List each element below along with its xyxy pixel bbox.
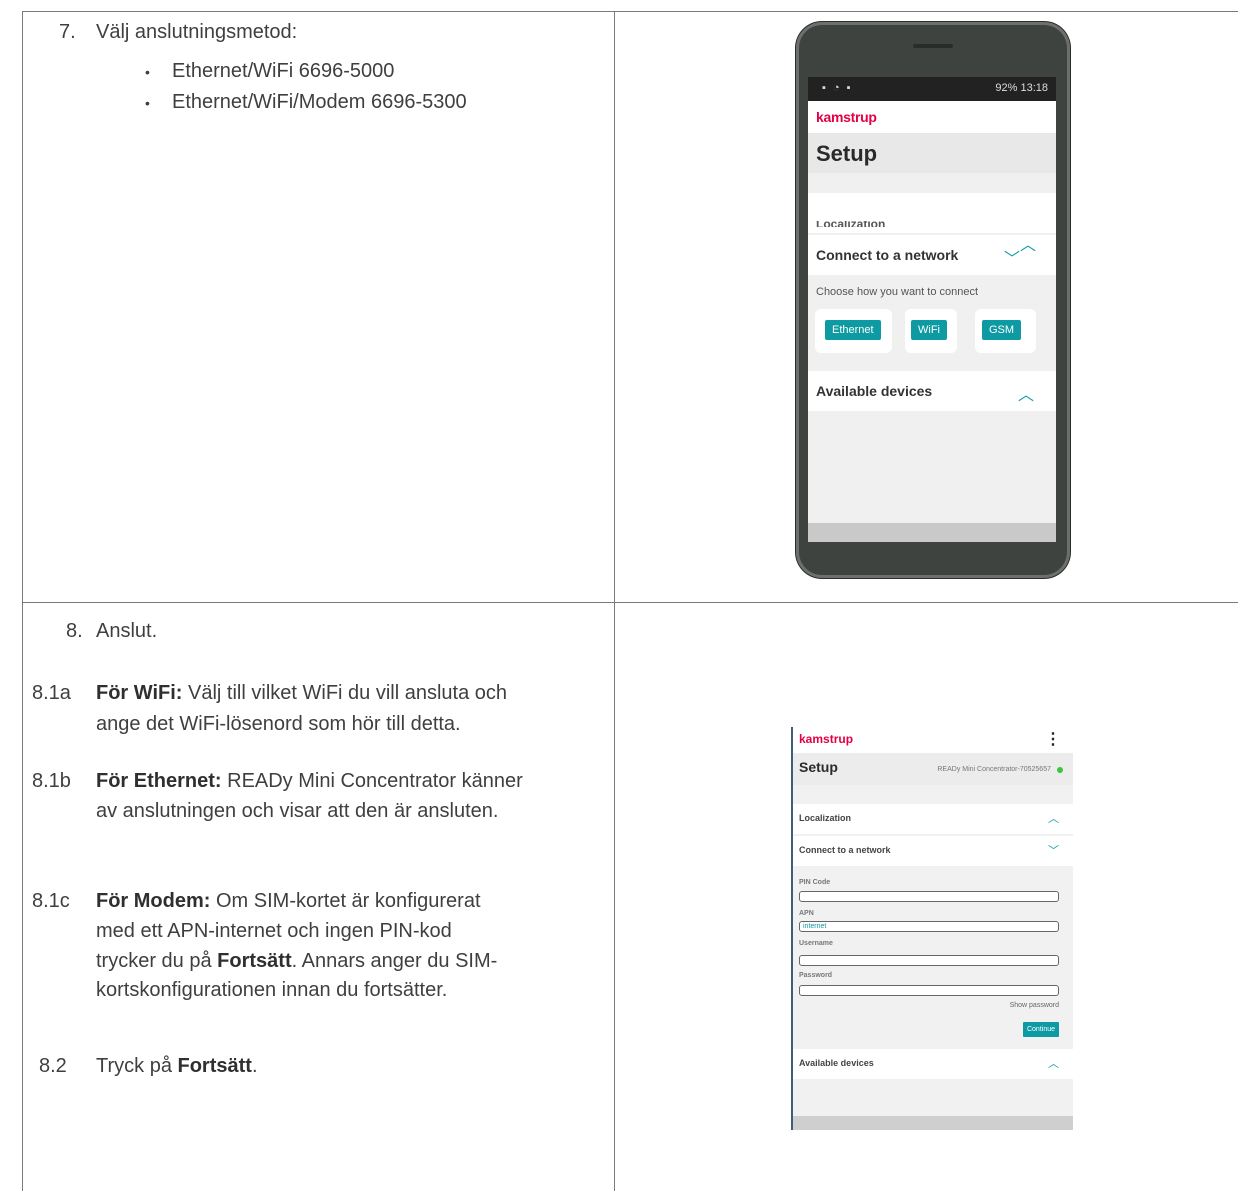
step-number: 8. [66,620,83,642]
connect-network-row[interactable]: Connect to a network ︿ ﹀ [808,235,1056,275]
status-icons: ▪ ◔ ▪ [822,82,853,94]
step-number: 7. [59,21,76,43]
password-label: Password [799,972,833,979]
app-header: kamstrup ⋮ [793,727,1073,753]
online-status-dot [1057,767,1063,773]
chevron-down-icon: ﹀ [1004,251,1021,268]
device-name: READy Mini Concentrator-70525657 [937,766,1051,773]
apn-input[interactable]: internet [799,921,1059,932]
apn-label: APN [799,910,814,917]
localization-label: Localization [799,813,852,823]
ethernet-button[interactable]: Ethernet [825,320,881,340]
kamstrup-logo: kamstrup [816,109,877,125]
username-input[interactable] [799,955,1059,966]
substep-text: För Modem: Om SIM-kortet är konfigurerat [96,890,481,912]
substep-text: För Ethernet: READy Mini Concentrator kä… [96,770,523,792]
localization-row[interactable]: Localization ︿ [793,804,1073,834]
continue-button[interactable]: Continue [1023,1022,1059,1037]
table-border-top [22,11,1238,12]
connect-network-row[interactable]: Connect to a network ﹀ [793,836,1073,866]
substep-number: 8.1b [32,770,71,792]
gsm-card: GSM [975,309,1036,353]
step-text: Välj anslutningsmetod: [96,21,298,43]
password-input[interactable] [799,985,1059,996]
substep-number: 8.1c [32,890,70,912]
chevron-down-icon: ﹀ [1048,845,1059,857]
localization-label-partial: Localization [816,221,885,227]
show-password-link[interactable]: Show password [1010,1002,1059,1009]
substep-text: trycker du på Fortsätt. Annars anger du … [96,950,498,972]
available-devices-row[interactable]: Available devices ︿ [793,1049,1073,1079]
pin-code-label: PIN Code [799,879,831,886]
bullet-icon: • [145,64,150,80]
substep-text: För WiFi: Välj till vilket WiFi du vill … [96,682,508,704]
chevron-up-icon: ︿ [1048,1058,1059,1070]
bottom-bar [793,1116,1073,1130]
phone-image: ▪ ◔ ▪ 92% 13:18 kamstrup Setup Localizat… [796,22,1070,578]
bullet-item: Ethernet/WiFi 6696-5000 [172,60,395,82]
page-title: Setup [799,759,838,775]
chevron-up-icon: ︿ [1020,237,1037,254]
app-header: kamstrup [808,101,1056,133]
wifi-card: WiFi [905,309,957,353]
table-border-left [22,11,23,1191]
connect-network-label: Connect to a network [799,845,891,855]
available-devices-label: Available devices [816,383,933,399]
choose-connection-text: Choose how you want to connect [816,286,979,298]
bullet-icon: • [145,95,150,111]
ethernet-card: Ethernet [815,309,892,353]
available-devices-label: Available devices [799,1058,874,1068]
status-bar: ▪ ◔ ▪ 92% 13:18 [808,77,1056,101]
phone-speaker [913,44,953,48]
setup-title-bar: Setup READy Mini Concentrator-70525657 [793,753,1073,785]
substep-number: 8.1a [32,682,71,704]
substep-text: kortskonfigurationen innan du fortsätter… [96,979,448,1001]
status-battery-time: 92% 13:18 [995,82,1048,94]
gsm-button[interactable]: GSM [982,320,1022,340]
pin-code-input[interactable] [799,891,1059,902]
substep-text: ange det WiFi-lösenord som hör till dett… [96,713,461,735]
phone-screen: ▪ ◔ ▪ 92% 13:18 kamstrup Setup Localizat… [808,77,1056,542]
substep-text: Tryck på Fortsätt. [96,1055,258,1077]
page-title: Setup [816,141,878,166]
step-text: Anslut. [96,620,158,642]
username-label: Username [799,940,833,947]
table-column-divider [614,11,615,1191]
setup-title-bar: Setup [808,133,1056,173]
localization-row[interactable] [808,193,1056,233]
available-devices-row[interactable]: Available devices ︿ [808,371,1056,411]
substep-text: med ett APN-internet och ingen PIN-kod [96,920,452,942]
chevron-up-icon: ︿ [1048,813,1059,825]
app-screenshot-setup: kamstrup ⋮ Setup READy Mini Concentrator… [791,727,1073,1130]
wifi-button[interactable]: WiFi [911,320,947,340]
table-row-divider [22,602,1238,603]
substep-text: av anslutningen och visar att den är ans… [96,800,499,822]
more-menu-icon[interactable]: ⋮ [1045,729,1061,749]
bullet-item: Ethernet/WiFi/Modem 6696-5300 [172,91,467,113]
kamstrup-logo: kamstrup [799,732,854,746]
connect-network-label: Connect to a network [816,247,959,263]
bottom-bar [808,523,1056,542]
substep-number: 8.2 [39,1055,67,1077]
chevron-up-icon: ︿ [1018,387,1035,404]
